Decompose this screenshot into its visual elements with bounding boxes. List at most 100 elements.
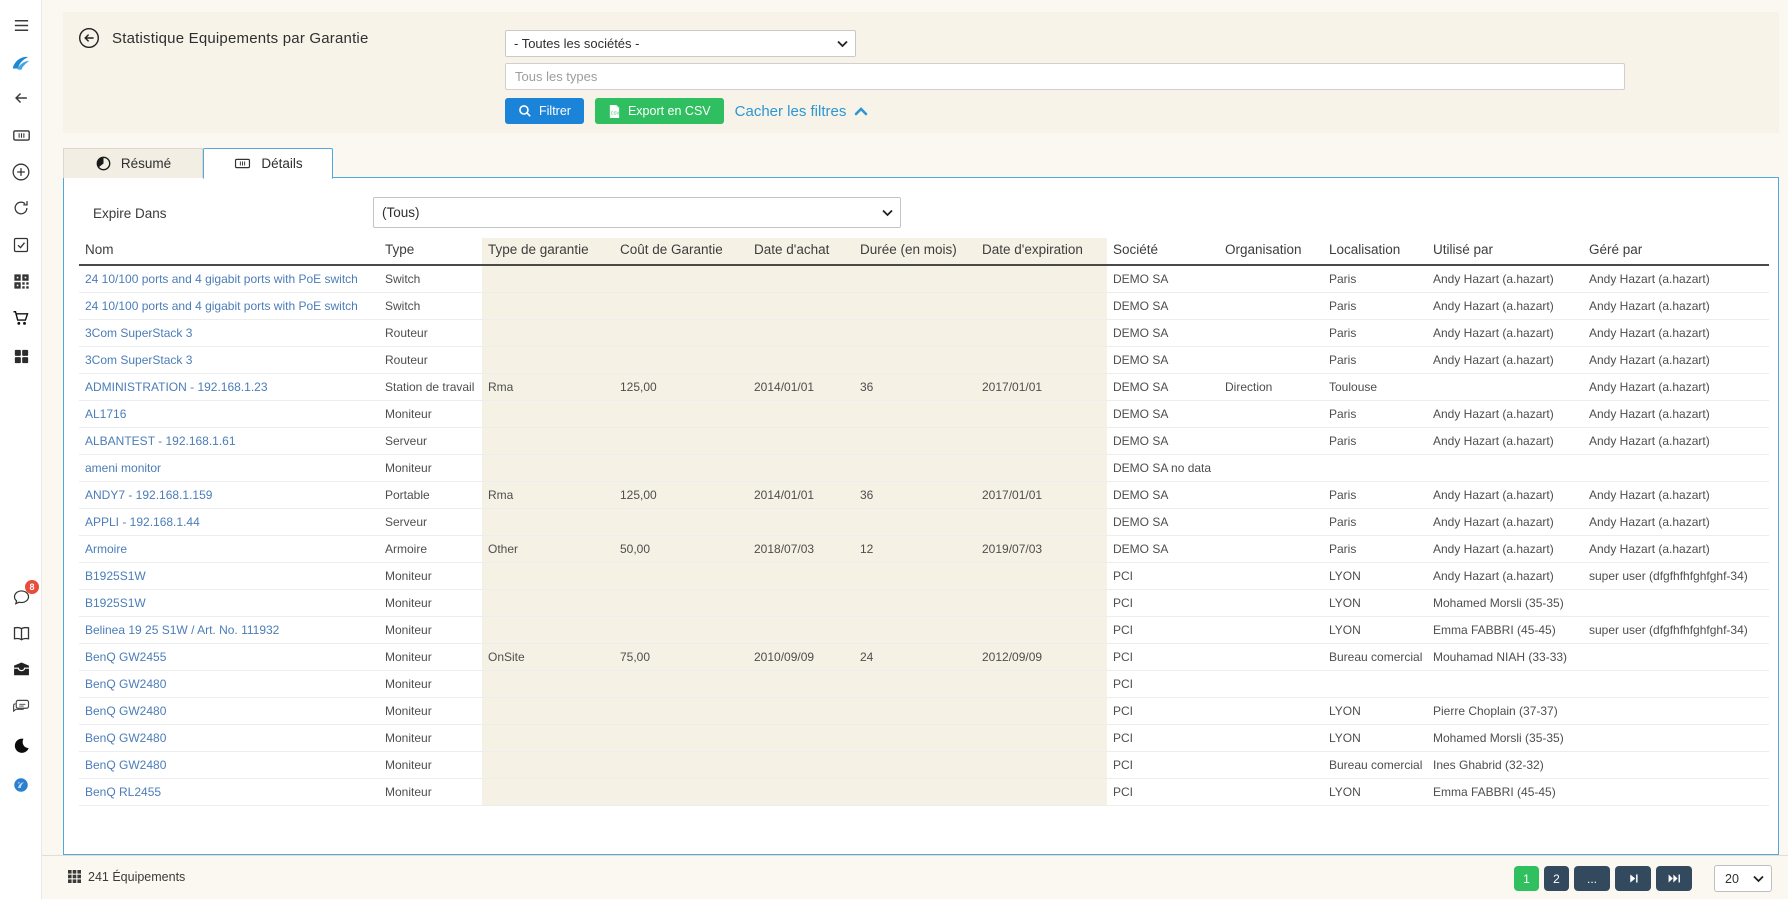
table-cell	[614, 697, 748, 724]
table-cell	[748, 427, 854, 454]
svg-text:CSV: CSV	[611, 110, 620, 115]
table-cell: PCI	[1107, 670, 1219, 697]
expire-select[interactable]: (Tous)	[373, 197, 901, 228]
table-cell: Mouhamad NIAH (33-33)	[1427, 643, 1583, 670]
table-cell	[614, 346, 748, 373]
chat-notification-icon[interactable]: 8	[10, 586, 32, 608]
page-size-select[interactable]: 20	[1714, 865, 1772, 892]
support-icon[interactable]	[10, 774, 32, 796]
last-page-button[interactable]	[1656, 866, 1692, 891]
tab-details[interactable]: Détails	[203, 148, 333, 179]
table-row: Belinea 19 25 S1W / Art. No. 111932Monit…	[79, 616, 1769, 643]
back-arrow-icon[interactable]	[10, 87, 32, 109]
equipment-name-link[interactable]: Armoire	[85, 542, 127, 556]
equipment-name-link[interactable]: ANDY7 - 192.168.1.159	[85, 488, 212, 502]
table-cell	[482, 697, 614, 724]
page-button-2[interactable]: 2	[1544, 866, 1569, 891]
table-cell: ANDY7 - 192.168.1.159	[79, 481, 379, 508]
table-cell	[748, 265, 854, 292]
table-cell: Moniteur	[379, 697, 482, 724]
table-cell	[748, 400, 854, 427]
chat-bubbles-icon[interactable]	[10, 695, 32, 717]
table-cell: DEMO SA	[1107, 373, 1219, 400]
table-cell	[854, 292, 976, 319]
page-ellipsis-button[interactable]: ...	[1574, 866, 1610, 891]
table-cell	[1219, 589, 1323, 616]
page-size-select-control[interactable]: 20	[1715, 866, 1771, 891]
equipment-name-link[interactable]: BenQ RL2455	[85, 785, 161, 799]
table-cell	[482, 427, 614, 454]
table-cell: Andy Hazart (a.hazart)	[1427, 508, 1583, 535]
table-cell	[1583, 643, 1769, 670]
qr-code-icon[interactable]	[10, 270, 32, 292]
company-select[interactable]: - Toutes les sociétés -	[505, 30, 856, 57]
hide-filters-link[interactable]: Cacher les filtres	[735, 103, 869, 120]
equipment-name-link[interactable]: BenQ GW2480	[85, 677, 166, 691]
types-filter-input[interactable]	[505, 63, 1625, 90]
hamburger-menu-icon[interactable]	[10, 14, 32, 36]
table-cell: 24 10/100 ports and 4 gigabit ports with…	[79, 265, 379, 292]
table-cell: B1925S1W	[79, 562, 379, 589]
table-cell	[614, 724, 748, 751]
sidebar: 8	[0, 0, 42, 899]
table-cell	[614, 400, 748, 427]
app-logo-icon[interactable]	[10, 52, 32, 74]
table-cell	[1583, 670, 1769, 697]
equipment-name-link[interactable]: BenQ GW2455	[85, 650, 166, 664]
equipment-name-link[interactable]: 24 10/100 ports and 4 gigabit ports with…	[85, 272, 358, 286]
equipment-name-link[interactable]: AL1716	[85, 407, 126, 421]
equipment-name-link[interactable]: ADMINISTRATION - 192.168.1.23	[85, 380, 268, 394]
expire-select-control[interactable]: (Tous)	[374, 198, 900, 227]
equipment-name-link[interactable]: ALBANTEST - 192.168.1.61	[85, 434, 236, 448]
shopping-cart-icon[interactable]	[10, 307, 32, 329]
ticket-icon[interactable]	[10, 124, 32, 146]
table-cell	[748, 751, 854, 778]
sync-icon[interactable]	[10, 197, 32, 219]
table-cell: Andy Hazart (a.hazart)	[1427, 265, 1583, 292]
table-cell	[976, 319, 1107, 346]
book-icon[interactable]	[10, 622, 32, 644]
table-cell	[976, 670, 1107, 697]
inbox-icon[interactable]	[10, 658, 32, 680]
table-cell: PCI	[1107, 697, 1219, 724]
table-cell: Moniteur	[379, 643, 482, 670]
company-select-control[interactable]: - Toutes les sociétés -	[506, 31, 855, 56]
equipment-name-link[interactable]: BenQ GW2480	[85, 758, 166, 772]
equipment-name-link[interactable]: 3Com SuperStack 3	[85, 353, 192, 367]
table-cell	[1219, 778, 1323, 805]
dark-mode-moon-icon[interactable]	[10, 734, 32, 756]
equipment-name-link[interactable]: Belinea 19 25 S1W / Art. No. 111932	[85, 623, 279, 637]
tab-resume[interactable]: Résumé	[63, 148, 203, 178]
table-cell: Andy Hazart (a.hazart)	[1583, 319, 1769, 346]
apps-grid-icon[interactable]	[10, 345, 32, 367]
equipment-name-link[interactable]: BenQ GW2480	[85, 704, 166, 718]
equipment-name-link[interactable]: 3Com SuperStack 3	[85, 326, 192, 340]
table-cell: ALBANTEST - 192.168.1.61	[79, 427, 379, 454]
equipment-name-link[interactable]: BenQ GW2480	[85, 731, 166, 745]
table-cell	[976, 697, 1107, 724]
back-button[interactable]	[78, 27, 100, 49]
equipment-name-link[interactable]: B1925S1W	[85, 569, 146, 583]
equipment-name-link[interactable]: APPLI - 192.168.1.44	[85, 515, 200, 529]
task-check-icon[interactable]	[10, 234, 32, 256]
table-cell: Serveur	[379, 427, 482, 454]
table-cell: 125,00	[614, 481, 748, 508]
equipment-name-link[interactable]: ameni monitor	[85, 461, 161, 475]
table-cell: LYON	[1323, 697, 1427, 724]
page-button-1[interactable]: 1	[1514, 866, 1539, 891]
table-cell: Switch	[379, 265, 482, 292]
table-cell	[1219, 319, 1323, 346]
equipment-name-link[interactable]: B1925S1W	[85, 596, 146, 610]
table-cell	[482, 778, 614, 805]
pagination: 1 2 ...	[1514, 866, 1692, 891]
table-cell: DEMO SA	[1107, 292, 1219, 319]
add-circle-icon[interactable]	[10, 161, 32, 183]
next-page-button[interactable]	[1615, 866, 1651, 891]
table-cell	[1219, 481, 1323, 508]
equipment-name-link[interactable]: 24 10/100 ports and 4 gigabit ports with…	[85, 299, 358, 313]
export-csv-button[interactable]: CSV Export en CSV	[595, 98, 724, 124]
chevron-up-icon	[854, 106, 868, 116]
filter-button[interactable]: Filtrer	[505, 98, 584, 124]
table-cell: DEMO SA	[1107, 535, 1219, 562]
table-cell: Rma	[482, 481, 614, 508]
